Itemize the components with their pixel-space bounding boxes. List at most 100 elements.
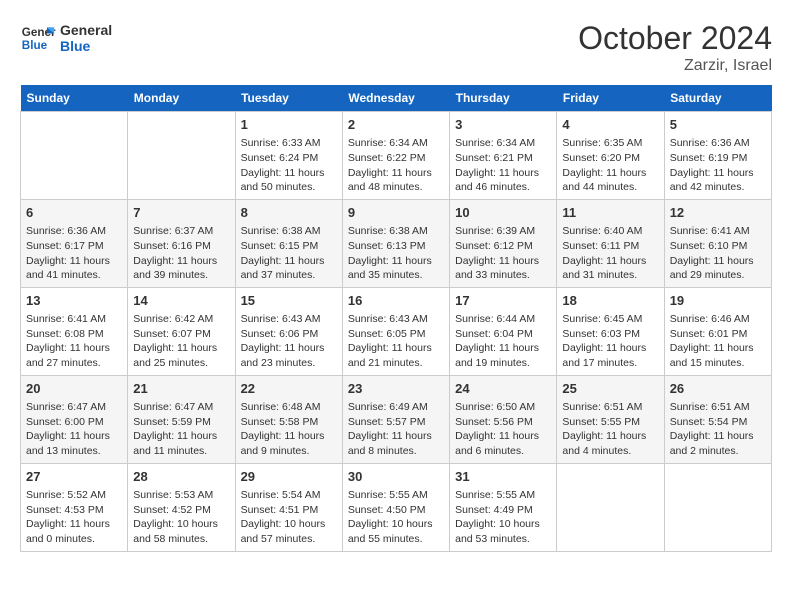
- day-info: Sunrise: 6:36 AM Sunset: 6:17 PM Dayligh…: [26, 224, 122, 283]
- calendar-cell: 27 Sunrise: 5:52 AM Sunset: 4:53 PM Dayli…: [21, 463, 128, 551]
- day-number: 10: [455, 204, 551, 222]
- day-number: 14: [133, 292, 229, 310]
- day-info: Sunrise: 6:45 AM Sunset: 6:03 PM Dayligh…: [562, 312, 658, 371]
- day-info: Sunrise: 6:49 AM Sunset: 5:57 PM Dayligh…: [348, 400, 444, 459]
- calendar-cell: [21, 112, 128, 200]
- day-info: Sunrise: 5:55 AM Sunset: 4:50 PM Dayligh…: [348, 488, 444, 547]
- calendar-cell: 18 Sunrise: 6:45 AM Sunset: 6:03 PM Dayli…: [557, 287, 664, 375]
- day-number: 28: [133, 468, 229, 486]
- day-number: 9: [348, 204, 444, 222]
- day-info: Sunrise: 6:42 AM Sunset: 6:07 PM Dayligh…: [133, 312, 229, 371]
- calendar-cell: 15 Sunrise: 6:43 AM Sunset: 6:06 PM Dayli…: [235, 287, 342, 375]
- calendar-cell: 24 Sunrise: 6:50 AM Sunset: 5:56 PM Dayli…: [450, 375, 557, 463]
- day-info: Sunrise: 6:47 AM Sunset: 5:59 PM Dayligh…: [133, 400, 229, 459]
- day-info: Sunrise: 6:34 AM Sunset: 6:22 PM Dayligh…: [348, 136, 444, 195]
- day-header: Monday: [128, 85, 235, 112]
- title-block: October 2024 Zarzir, Israel: [578, 20, 772, 75]
- day-number: 29: [241, 468, 337, 486]
- calendar-cell: 31Sunrise: 5:55 AM Sunset: 4:49 PM Dayli…: [450, 463, 557, 551]
- calendar-week: 20 Sunrise: 6:47 AM Sunset: 6:00 PM Dayli…: [21, 375, 772, 463]
- day-number: 5: [670, 116, 766, 134]
- calendar-cell: 7Sunrise: 6:37 AM Sunset: 6:16 PM Daylig…: [128, 199, 235, 287]
- calendar-table: SundayMondayTuesdayWednesdayThursdayFrid…: [20, 85, 772, 552]
- day-number: 18: [562, 292, 658, 310]
- day-number: 2: [348, 116, 444, 134]
- calendar-cell: 14 Sunrise: 6:42 AM Sunset: 6:07 PM Dayli…: [128, 287, 235, 375]
- day-number: 11: [562, 204, 658, 222]
- day-info: Sunrise: 6:33 AM Sunset: 6:24 PM Dayligh…: [241, 136, 337, 195]
- calendar-cell: 21Sunrise: 6:47 AM Sunset: 5:59 PM Dayli…: [128, 375, 235, 463]
- calendar-cell: 12 Sunrise: 6:41 AM Sunset: 6:10 PM Dayli…: [664, 199, 771, 287]
- calendar-cell: [557, 463, 664, 551]
- calendar-cell: 11 Sunrise: 6:40 AM Sunset: 6:11 PM Dayli…: [557, 199, 664, 287]
- day-info: Sunrise: 6:34 AM Sunset: 6:21 PM Dayligh…: [455, 136, 551, 195]
- day-info: Sunrise: 6:40 AM Sunset: 6:11 PM Dayligh…: [562, 224, 658, 283]
- day-number: 19: [670, 292, 766, 310]
- calendar-cell: 8 Sunrise: 6:38 AM Sunset: 6:15 PM Daylig…: [235, 199, 342, 287]
- day-number: 25: [562, 380, 658, 398]
- day-info: Sunrise: 6:43 AM Sunset: 6:06 PM Dayligh…: [241, 312, 337, 371]
- calendar-cell: 23 Sunrise: 6:49 AM Sunset: 5:57 PM Dayli…: [342, 375, 449, 463]
- day-info: Sunrise: 6:47 AM Sunset: 6:00 PM Dayligh…: [26, 400, 122, 459]
- day-number: 1: [241, 116, 337, 134]
- day-number: 16: [348, 292, 444, 310]
- day-header: Sunday: [21, 85, 128, 112]
- calendar-cell: [664, 463, 771, 551]
- day-header: Thursday: [450, 85, 557, 112]
- day-number: 23: [348, 380, 444, 398]
- day-info: Sunrise: 5:53 AM Sunset: 4:52 PM Dayligh…: [133, 488, 229, 547]
- calendar-cell: 4 Sunrise: 6:35 AM Sunset: 6:20 PM Daylig…: [557, 112, 664, 200]
- calendar-cell: 16Sunrise: 6:43 AM Sunset: 6:05 PM Dayli…: [342, 287, 449, 375]
- day-info: Sunrise: 5:52 AM Sunset: 4:53 PM Dayligh…: [26, 488, 122, 547]
- calendar-cell: 19Sunrise: 6:46 AM Sunset: 6:01 PM Dayli…: [664, 287, 771, 375]
- day-info: Sunrise: 6:50 AM Sunset: 5:56 PM Dayligh…: [455, 400, 551, 459]
- day-number: 6: [26, 204, 122, 222]
- calendar-cell: 13Sunrise: 6:41 AM Sunset: 6:08 PM Dayli…: [21, 287, 128, 375]
- day-number: 15: [241, 292, 337, 310]
- logo-icon: General Blue: [20, 20, 56, 56]
- day-info: Sunrise: 5:55 AM Sunset: 4:49 PM Dayligh…: [455, 488, 551, 547]
- calendar-week: 6 Sunrise: 6:36 AM Sunset: 6:17 PM Daylig…: [21, 199, 772, 287]
- calendar-cell: 10Sunrise: 6:39 AM Sunset: 6:12 PM Dayli…: [450, 199, 557, 287]
- day-number: 27: [26, 468, 122, 486]
- day-number: 30: [348, 468, 444, 486]
- day-number: 4: [562, 116, 658, 134]
- day-number: 20: [26, 380, 122, 398]
- location: Zarzir, Israel: [578, 57, 772, 75]
- day-header: Friday: [557, 85, 664, 112]
- day-number: 12: [670, 204, 766, 222]
- logo: General Blue General Blue: [20, 20, 112, 56]
- day-info: Sunrise: 6:51 AM Sunset: 5:54 PM Dayligh…: [670, 400, 766, 459]
- calendar-cell: 6 Sunrise: 6:36 AM Sunset: 6:17 PM Daylig…: [21, 199, 128, 287]
- calendar-cell: 30 Sunrise: 5:55 AM Sunset: 4:50 PM Dayli…: [342, 463, 449, 551]
- day-number: 26: [670, 380, 766, 398]
- day-header: Saturday: [664, 85, 771, 112]
- calendar-cell: 28 Sunrise: 5:53 AM Sunset: 4:52 PM Dayli…: [128, 463, 235, 551]
- day-info: Sunrise: 6:36 AM Sunset: 6:19 PM Dayligh…: [670, 136, 766, 195]
- day-number: 17: [455, 292, 551, 310]
- calendar-week: 1 Sunrise: 6:33 AM Sunset: 6:24 PM Daylig…: [21, 112, 772, 200]
- calendar-cell: 22Sunrise: 6:48 AM Sunset: 5:58 PM Dayli…: [235, 375, 342, 463]
- calendar-cell: 9 Sunrise: 6:38 AM Sunset: 6:13 PM Daylig…: [342, 199, 449, 287]
- day-info: Sunrise: 6:38 AM Sunset: 6:15 PM Dayligh…: [241, 224, 337, 283]
- calendar-cell: 2 Sunrise: 6:34 AM Sunset: 6:22 PM Daylig…: [342, 112, 449, 200]
- calendar-cell: 3Sunrise: 6:34 AM Sunset: 6:21 PM Daylig…: [450, 112, 557, 200]
- day-info: Sunrise: 6:38 AM Sunset: 6:13 PM Dayligh…: [348, 224, 444, 283]
- day-info: Sunrise: 6:35 AM Sunset: 6:20 PM Dayligh…: [562, 136, 658, 195]
- day-number: 24: [455, 380, 551, 398]
- day-info: Sunrise: 5:54 AM Sunset: 4:51 PM Dayligh…: [241, 488, 337, 547]
- calendar-cell: 25 Sunrise: 6:51 AM Sunset: 5:55 PM Dayli…: [557, 375, 664, 463]
- month-title: October 2024: [578, 20, 772, 57]
- day-header: Tuesday: [235, 85, 342, 112]
- logo-line2: Blue: [60, 38, 112, 54]
- day-number: 8: [241, 204, 337, 222]
- calendar-week: 13Sunrise: 6:41 AM Sunset: 6:08 PM Dayli…: [21, 287, 772, 375]
- calendar-cell: 26 Sunrise: 6:51 AM Sunset: 5:54 PM Dayli…: [664, 375, 771, 463]
- calendar-body: 1 Sunrise: 6:33 AM Sunset: 6:24 PM Daylig…: [21, 112, 772, 552]
- day-info: Sunrise: 6:41 AM Sunset: 6:10 PM Dayligh…: [670, 224, 766, 283]
- page-header: General Blue General Blue October 2024 Z…: [20, 20, 772, 75]
- day-info: Sunrise: 6:51 AM Sunset: 5:55 PM Dayligh…: [562, 400, 658, 459]
- header-row: SundayMondayTuesdayWednesdayThursdayFrid…: [21, 85, 772, 112]
- calendar-week: 27 Sunrise: 5:52 AM Sunset: 4:53 PM Dayli…: [21, 463, 772, 551]
- day-header: Wednesday: [342, 85, 449, 112]
